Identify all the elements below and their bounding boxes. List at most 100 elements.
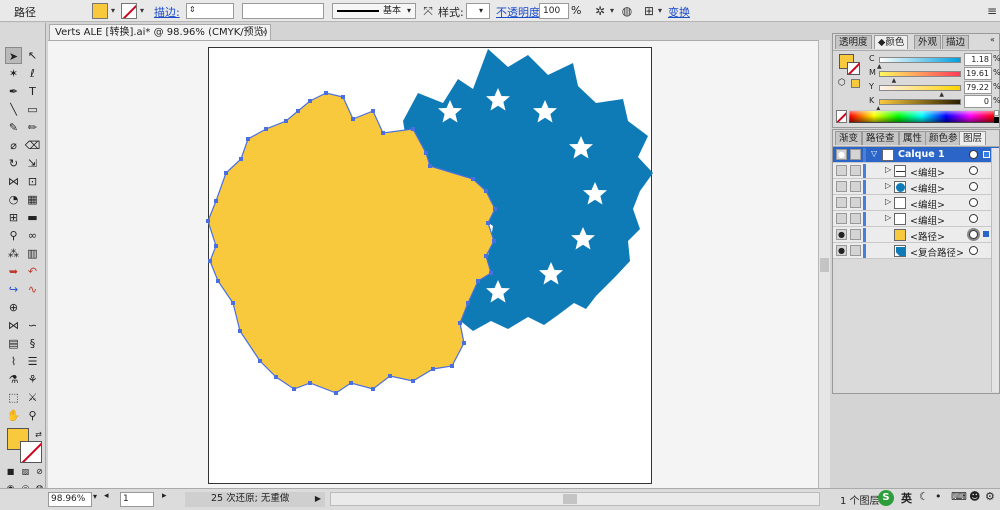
target-circle-icon[interactable]	[969, 166, 978, 175]
stroke-color-box[interactable]	[20, 441, 42, 463]
moon-icon[interactable]: ☾	[919, 490, 929, 503]
rectangle-tool-icon[interactable]: ▭	[24, 101, 41, 118]
y-value-field[interactable]: 79.22	[964, 81, 992, 94]
punctuation-icon[interactable]: •	[935, 490, 942, 503]
sublayer-row-2[interactable]: ● ▷ <编组>	[833, 179, 999, 195]
vertical-scroll-thumb[interactable]	[820, 258, 829, 272]
m-value-field[interactable]: 19.61	[964, 67, 992, 80]
zoom-field[interactable]: 98.96%	[48, 492, 92, 507]
tab-stroke[interactable]: 描边	[942, 35, 970, 49]
fill-color-swatch[interactable]	[92, 3, 108, 19]
zoom-tool-icon[interactable]: ⚲	[24, 407, 41, 424]
eyedropper-tool-icon[interactable]: ⚲	[5, 227, 22, 244]
lock-toggle[interactable]	[850, 197, 861, 208]
stroke-dropdown-icon[interactable]: ▾	[137, 3, 147, 19]
artboard-number-field[interactable]: 1	[120, 492, 154, 507]
scallop-tool-icon[interactable]: §	[24, 335, 41, 352]
black-color-box[interactable]	[994, 117, 999, 123]
sublayer-name[interactable]: <路径>	[910, 229, 945, 243]
none-color-box[interactable]	[836, 110, 847, 123]
stroke-link[interactable]: 描边:	[154, 4, 180, 20]
control-bar-menu-icon[interactable]: ≡	[984, 3, 1000, 19]
tab-color[interactable]: ◆颜色	[874, 35, 909, 49]
ime-logo-icon[interactable]: S	[878, 490, 894, 506]
target-selected-icon[interactable]	[969, 230, 978, 239]
list-tool-icon[interactable]: ☰	[24, 353, 41, 370]
envelope-tool-icon[interactable]: ∽	[24, 317, 41, 334]
pen-tool-icon[interactable]: ✒	[5, 83, 22, 100]
c-value-field[interactable]: 1.18	[964, 53, 992, 66]
opacity-link[interactable]: 不透明度:	[496, 4, 544, 20]
sublayer-name[interactable]: <复合路径>	[910, 245, 964, 259]
transform-link[interactable]: 变换	[668, 4, 690, 20]
stroke-color-swatch[interactable]	[121, 3, 137, 19]
tab-appearance[interactable]: 外观	[914, 35, 942, 49]
wave-red-tool-icon[interactable]: ∿	[24, 281, 41, 298]
sublayer-row-4[interactable]: ● ▷ <编组>	[833, 211, 999, 227]
tab-layers[interactable]: 图层	[959, 131, 987, 145]
sublayer-row-3[interactable]: ● ▷ <编组>	[833, 195, 999, 211]
close-tab-icon[interactable]: ✕	[260, 25, 267, 40]
knife-red-tool-icon[interactable]: ➥	[5, 263, 22, 280]
direct-selection-tool-icon[interactable]: ↖	[24, 47, 41, 64]
k-value-field[interactable]: 0	[964, 95, 992, 108]
sublayer-name[interactable]: <编组>	[910, 165, 945, 179]
tab-transparency[interactable]: 透明度	[835, 35, 872, 49]
target-tool-icon[interactable]: ⊕	[5, 299, 22, 316]
stroke-weight-field[interactable]: ⇕	[186, 3, 234, 19]
lock-toggle[interactable]	[850, 245, 861, 256]
tab-attributes[interactable]: 属性	[899, 131, 927, 145]
blob-brush-tool-icon[interactable]: ⌀	[5, 137, 22, 154]
selection-indicator[interactable]	[983, 151, 990, 158]
paintbrush-tool-icon[interactable]: ✎	[5, 119, 22, 136]
tab-gradient[interactable]: 渐变	[835, 131, 863, 145]
ime-mode[interactable]: 英	[901, 490, 912, 506]
measure-tool-icon[interactable]: ⚘	[24, 371, 41, 388]
blend-tool-icon[interactable]: ∞	[24, 227, 41, 244]
horizontal-scroll-thumb[interactable]	[563, 494, 577, 504]
target-circle-icon[interactable]	[969, 182, 978, 191]
graph-tool-icon[interactable]: ▤	[5, 335, 22, 352]
keyboard-icon[interactable]: ⌨	[951, 490, 967, 503]
recolor-dropdown-icon[interactable]: ▾	[607, 3, 617, 19]
shape-builder-tool-icon[interactable]: ◔	[5, 191, 22, 208]
eye-icon[interactable]: ●	[836, 149, 847, 160]
eyedropper2-tool-icon[interactable]: ⚗	[5, 371, 22, 388]
sublayer-name[interactable]: <编组>	[910, 213, 945, 227]
sublayer-name[interactable]: <编组>	[910, 181, 945, 195]
user-icon[interactable]: ☻	[969, 490, 980, 503]
column-graph-tool-icon[interactable]: ▥	[24, 245, 41, 262]
next-artboard-icon[interactable]: ▸	[162, 491, 167, 501]
chart-line-tool-icon[interactable]: ⌇	[5, 353, 22, 370]
eye-icon[interactable]: ●	[836, 245, 847, 256]
gradient-tool-icon[interactable]: ▬	[24, 209, 41, 226]
free-transform-tool-icon[interactable]: ⊡	[24, 173, 41, 190]
eye-off-icon[interactable]: ●	[836, 165, 847, 176]
line-tool-icon[interactable]: ╲	[5, 101, 22, 118]
lock-toggle[interactable]	[850, 165, 861, 176]
expand-right-icon[interactable]: ▷	[885, 197, 891, 206]
panel-collapse-icon[interactable]: «	[990, 35, 995, 44]
tab-pathfinder[interactable]: 路径查	[862, 131, 899, 145]
target-circle-icon[interactable]	[969, 214, 978, 223]
layer-row-calque[interactable]: ● ▽ Calque 1	[833, 147, 999, 163]
canvas-area[interactable]	[48, 40, 818, 488]
symbol-sprayer-tool-icon[interactable]: ⁂	[5, 245, 22, 262]
settings-icon[interactable]: ⚙	[985, 490, 995, 503]
fill-dropdown-icon[interactable]: ▾	[108, 3, 118, 19]
lock-toggle[interactable]	[850, 181, 861, 192]
scale-tool-icon[interactable]: ⇲	[24, 155, 41, 172]
expand-right-icon[interactable]: ▷	[885, 165, 891, 174]
expand-right-icon[interactable]: ▷	[885, 213, 891, 222]
status-menu-icon[interactable]: ▶	[315, 492, 321, 506]
recolor-artwork-icon[interactable]: ✲	[592, 3, 608, 19]
zoom-dropdown-icon[interactable]: ▾	[93, 492, 97, 501]
lasso-tool-icon[interactable]: ℓ	[24, 65, 41, 82]
y-slider-track[interactable]	[879, 85, 961, 91]
target-circle-icon[interactable]	[969, 198, 978, 207]
eye-off-icon[interactable]: ●	[836, 197, 847, 208]
style-dropdown-icon[interactable]: ▾	[479, 4, 483, 18]
globe-icon[interactable]: ◍	[619, 3, 635, 19]
target-circle-icon[interactable]	[969, 150, 978, 159]
reference-dropdown-icon[interactable]: ▾	[655, 3, 665, 19]
